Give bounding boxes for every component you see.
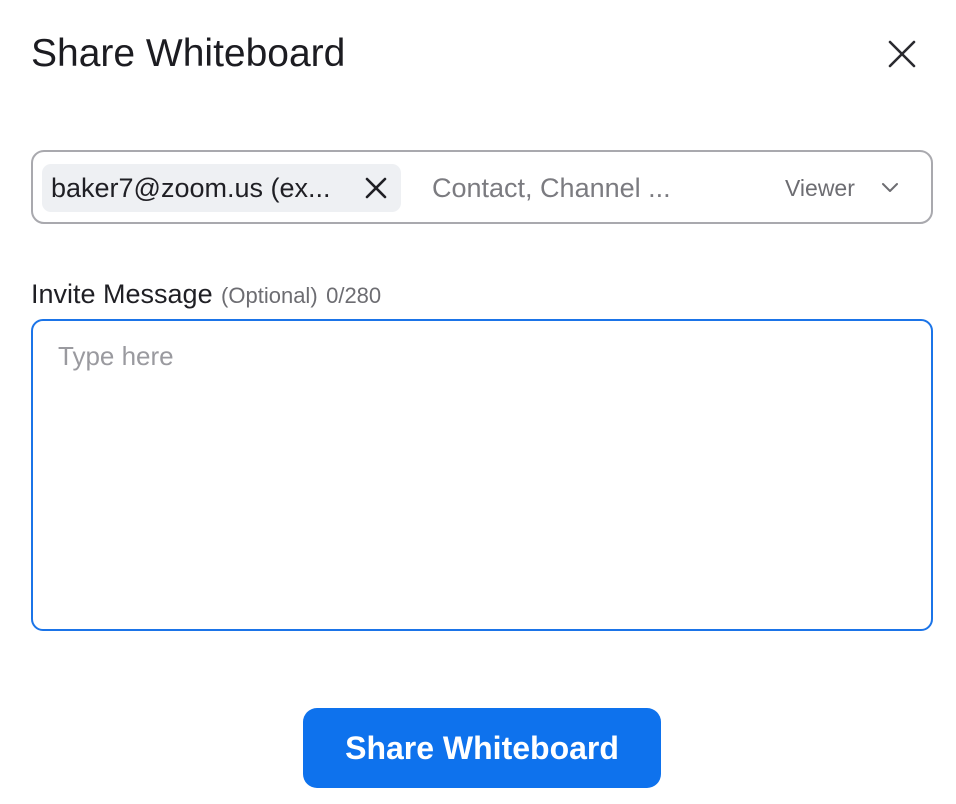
close-icon <box>888 40 916 68</box>
chevron-down-icon <box>881 179 899 197</box>
recipient-field[interactable]: baker7@zoom.us (ex... Viewer <box>31 150 933 224</box>
remove-recipient-button[interactable] <box>360 172 392 204</box>
optional-label: (Optional) <box>221 283 318 308</box>
close-button[interactable] <box>880 32 924 76</box>
character-counter: 0/280 <box>326 283 382 308</box>
contact-search-input[interactable] <box>432 170 702 206</box>
close-icon <box>365 177 387 199</box>
invite-message-label: Invite Message <box>31 279 213 309</box>
invite-message-textarea[interactable] <box>31 319 933 631</box>
share-whiteboard-dialog: Share Whiteboard baker7@zoom.us (ex... V… <box>0 0 956 804</box>
share-whiteboard-button[interactable]: Share Whiteboard <box>303 708 661 788</box>
invite-message-label-row: Invite Message (Optional) 0/280 <box>31 276 381 317</box>
recipient-chip: baker7@zoom.us (ex... <box>42 164 401 212</box>
recipient-chip-label: baker7@zoom.us (ex... <box>51 173 331 203</box>
dialog-title: Share Whiteboard <box>31 32 346 75</box>
role-dropdown[interactable]: Viewer <box>785 170 899 206</box>
role-dropdown-value: Viewer <box>785 175 855 201</box>
